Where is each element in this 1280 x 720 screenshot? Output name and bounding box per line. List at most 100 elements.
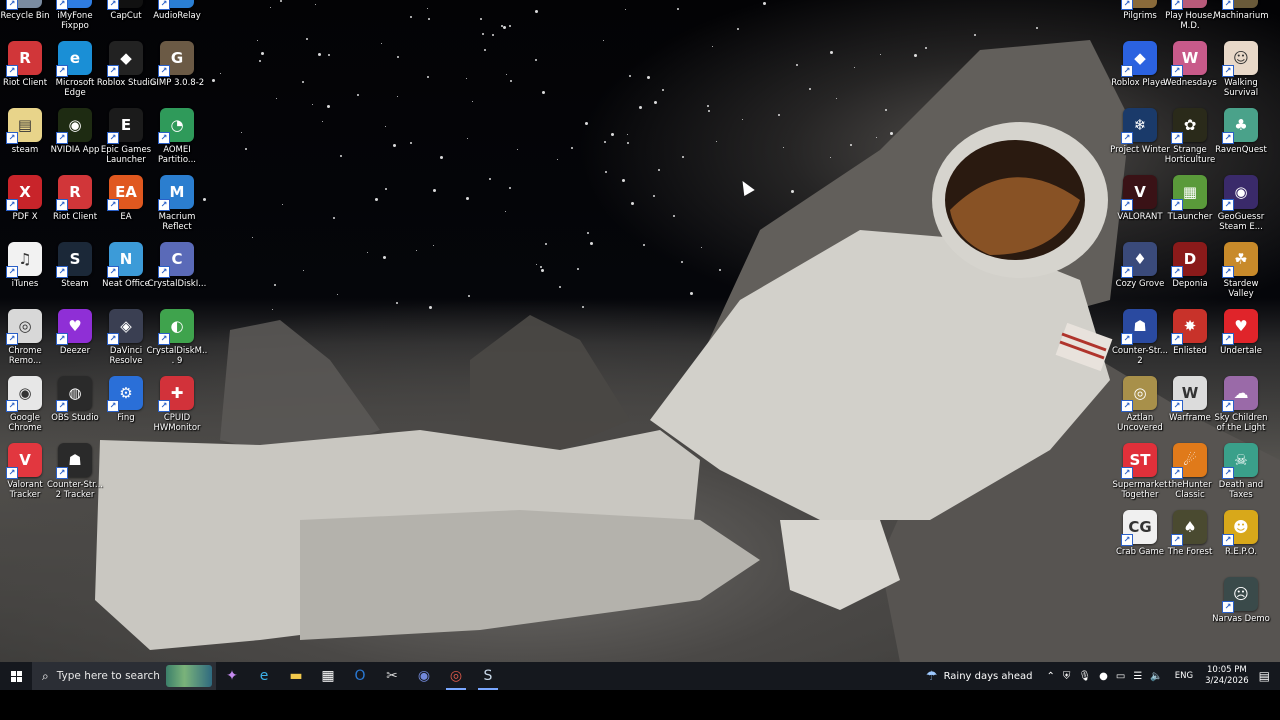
ravenquest-icon: ♣ ↗ (1222, 108, 1258, 144)
desktop-icon-undertale[interactable]: ♥ ↗ Undertale (1210, 309, 1272, 356)
shortcut-arrow-icon: ↗ (1171, 467, 1183, 479)
desktop-icon-aomei-partition[interactable]: ◔ ↗ AOMEI Partitio... (146, 108, 208, 165)
stardew-valley-icon: ☘ ↗ (1222, 242, 1258, 278)
warframe-icon: W ↗ (1171, 376, 1207, 412)
neat-office-icon: N ↗ (107, 242, 143, 278)
desktop-icon-label: Machinarium (1213, 11, 1269, 21)
shortcut-arrow-icon: ↗ (107, 333, 119, 345)
desktop-icon-cs2-tracker[interactable]: ☗ ↗ Counter-Str... 2 Tracker (44, 443, 106, 500)
crystaldiskinfo-icon: C ↗ (158, 242, 194, 278)
shortcut-arrow-icon: ↗ (1171, 400, 1183, 412)
desktop-icon-cpuid-hwmonitor[interactable]: ✚ ↗ CPUID HWMonitor (146, 376, 208, 433)
snipping-tool-icon: ✂ (386, 668, 398, 684)
taskbar-app-outlook[interactable]: O (344, 662, 376, 690)
clock-date: 3/24/2026 (1205, 676, 1249, 686)
shortcut-arrow-icon: ↗ (6, 0, 18, 10)
rain-cloud-icon: ☂ (925, 668, 938, 684)
steam-tray-icon[interactable]: ● (1099, 671, 1108, 682)
taskbar-app-discord[interactable]: ◉ (408, 662, 440, 690)
desktop-icon-gimp[interactable]: G ↗ GIMP 3.0.8-2 (146, 41, 208, 88)
weather-widget[interactable]: ☂ Rainy days ahead (926, 669, 1033, 684)
desktop-icon-death-and-taxes[interactable]: ☠ ↗ Death and Taxes (1210, 443, 1272, 500)
desktop-icon-audiorelay[interactable]: ♪↗AudioRelay (146, 0, 208, 21)
notification-center-icon[interactable]: ▤ (1259, 669, 1270, 683)
security-icon[interactable]: ⛨ (1063, 671, 1071, 682)
shortcut-arrow-icon: ↗ (56, 0, 68, 10)
shortcut-arrow-icon: ↗ (1121, 0, 1133, 10)
enlisted-icon: ✸ ↗ (1171, 309, 1207, 345)
chevron-up-icon[interactable]: ⌃ (1047, 671, 1055, 682)
search-icon: ⌕ (42, 668, 49, 683)
taskbar-app-copilot[interactable]: ✦ (216, 662, 248, 690)
shortcut-arrow-icon: ↗ (56, 266, 68, 278)
shortcut-arrow-icon: ↗ (158, 266, 170, 278)
icon-glyph: ☻ (1233, 518, 1249, 536)
shortcut-arrow-icon: ↗ (107, 199, 119, 211)
icon-glyph: ◈ (120, 317, 132, 335)
desktop[interactable]: 🗑↗Recycle BinF↗iMyFone Fixppo✂↗CapCut♪↗A… (0, 0, 1280, 662)
taskbar-search-box[interactable]: ⌕ Type here to search (32, 662, 216, 690)
shortcut-arrow-icon: ↗ (1171, 65, 1183, 77)
desktop-icon-label: AudioRelay (153, 11, 201, 21)
desktop-icon-ravenquest[interactable]: ♣ ↗ RavenQuest (1210, 108, 1272, 155)
recycle-bin-icon: 🗑↗ (6, 0, 42, 10)
taskbar-app-snipping-tool[interactable]: ✂ (376, 662, 408, 690)
desktop-icon-macrium-reflect[interactable]: M ↗ Macrium Reflect (146, 175, 208, 232)
wifi-icon[interactable]: ☰ (1133, 671, 1142, 682)
aomei-partition-icon: ◔ ↗ (158, 108, 194, 144)
desktop-icon-stardew-valley[interactable]: ☘ ↗ Stardew Valley (1210, 242, 1272, 299)
microsoft-edge-icon: e ↗ (56, 41, 92, 77)
icon-glyph: ◔ (170, 116, 184, 134)
steam-icon: S ↗ (56, 242, 92, 278)
icon-glyph: G (170, 49, 184, 67)
valorant-tracker-icon: V ↗ (6, 443, 42, 479)
clock[interactable]: 10:05 PM 3/24/2026 (1205, 665, 1249, 687)
valorant-icon: V ↗ (1121, 175, 1157, 211)
network-icon[interactable]: ▭ (1116, 671, 1125, 682)
microphone-icon[interactable]: 🎙 (1078, 671, 1091, 682)
desktop-icon-narvas-demo[interactable]: ☹ ↗ Narvas Demo (1210, 577, 1272, 624)
start-button[interactable] (0, 662, 32, 690)
icon-glyph: ◐ (170, 317, 184, 335)
taskbar-app-microsoft-store[interactable]: ▦ (312, 662, 344, 690)
taskbar-app-file-explorer[interactable]: ▬ (280, 662, 312, 690)
thehunter-classic-icon: ☄ ↗ (1171, 443, 1207, 479)
icon-glyph: ☗ (1133, 317, 1147, 335)
desktop-icon-label: Counter-Str... 2 Tracker (46, 480, 104, 500)
desktop-icon-label: GeoGuessr Steam E... (1217, 212, 1265, 232)
desktop-icon-sky-children[interactable]: ☁ ↗ Sky Children of the Light (1210, 376, 1272, 433)
shortcut-arrow-icon: ↗ (107, 0, 119, 10)
shortcut-arrow-icon: ↗ (1222, 266, 1234, 278)
riot-client-icon: R ↗ (56, 175, 92, 211)
icon-glyph: W (1181, 49, 1199, 67)
shortcut-arrow-icon: ↗ (1121, 467, 1133, 479)
shortcut-arrow-icon: ↗ (1121, 534, 1133, 546)
desktop-icon-geoguessr[interactable]: ◉ ↗ GeoGuessr Steam E... (1210, 175, 1272, 232)
icon-glyph: ♦ (1133, 250, 1147, 268)
shortcut-arrow-icon: ↗ (1171, 266, 1183, 278)
pilgrims-icon: P↗ (1121, 0, 1157, 10)
desktop-icon-crystaldiskinfo[interactable]: C ↗ CrystalDiskI... (146, 242, 208, 289)
counter-strike-2-icon: ☗ ↗ (1121, 309, 1157, 345)
crystaldiskmark-icon: ◐ ↗ (158, 309, 194, 345)
taskbar-app-steam-taskbar[interactable]: S (472, 662, 504, 690)
shortcut-arrow-icon: ↗ (1171, 132, 1183, 144)
search-placeholder: Type here to search (56, 670, 160, 682)
desktop-icon-walking-survival[interactable]: ☺ ↗ Walking Survival (1210, 41, 1272, 98)
icon-glyph: ♫ (18, 250, 32, 268)
folder-icon: ▤ ↗ (6, 108, 42, 144)
taskbar-app-chrome-taskbar[interactable]: ◎ (440, 662, 472, 690)
language-indicator[interactable]: ENG (1175, 671, 1193, 681)
desktop-icon-label: Sky Children of the Light (1214, 413, 1268, 433)
shortcut-arrow-icon: ↗ (107, 400, 119, 412)
desktop-icon-repo[interactable]: ☻ ↗ R.E.P.O. (1210, 510, 1272, 557)
volume-icon[interactable]: 🔈 (1150, 671, 1162, 682)
icon-glyph: ◍ (68, 384, 82, 402)
shortcut-arrow-icon: ↗ (1222, 601, 1234, 613)
taskbar-app-edge-taskbar[interactable]: e (248, 662, 280, 690)
shortcut-arrow-icon: ↗ (1222, 65, 1234, 77)
discord-icon: ◉ (417, 668, 431, 684)
roblox-studio-icon: ◆ ↗ (107, 41, 143, 77)
desktop-icon-crystaldiskmark[interactable]: ◐ ↗ CrystalDiskM... 9 (146, 309, 208, 366)
desktop-icon-machinarium[interactable]: M↗Machinarium (1210, 0, 1272, 21)
